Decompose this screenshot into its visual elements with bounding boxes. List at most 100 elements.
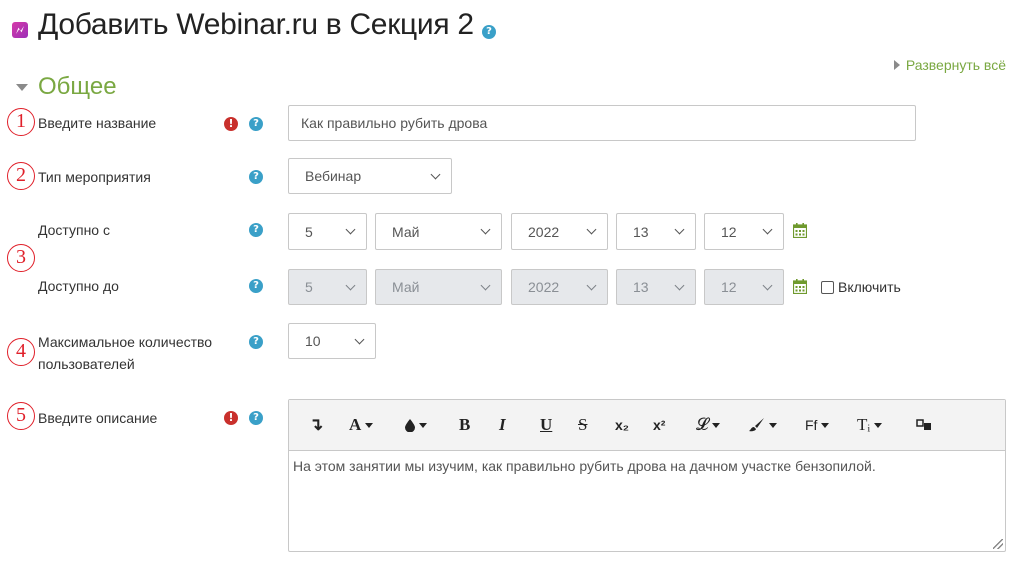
subscript-icon: x₂: [615, 417, 630, 433]
chevron-down-icon: [480, 280, 491, 290]
resize-handle-icon[interactable]: [993, 539, 1003, 549]
from-month-select[interactable]: Май: [375, 213, 502, 250]
background-color-button[interactable]: [405, 414, 427, 436]
enable-checkbox[interactable]: [821, 281, 834, 294]
page-title: Добавить Webinar.ru в Секция 2: [38, 8, 474, 41]
step-badge-5: 5: [7, 402, 35, 430]
chevron-down-icon: [430, 169, 441, 179]
to-year-select[interactable]: 2022: [511, 269, 608, 305]
media-button[interactable]: [916, 414, 932, 436]
font-family-icon: Ff: [805, 417, 818, 433]
section-title[interactable]: Общее: [38, 73, 117, 101]
calendar-icon[interactable]: [793, 279, 807, 294]
subscript-button[interactable]: x₂: [615, 414, 629, 436]
chevron-down-icon: [674, 280, 685, 290]
from-year-select[interactable]: 2022: [511, 213, 608, 250]
event-type-label: Тип мероприятия: [38, 169, 151, 185]
step-badge-3: 3: [7, 244, 35, 272]
max-users-value: 10: [305, 333, 321, 349]
description-editor[interactable]: ↴ A B I U S x₂ x² 𝓛 Ff Tᵢ На этом заняти…: [288, 399, 1006, 552]
from-minute-value: 12: [721, 223, 737, 240]
to-minute-value: 12: [721, 279, 737, 295]
caret-down-icon: [821, 422, 830, 428]
step-badge-1: 1: [7, 108, 35, 136]
to-year-value: 2022: [528, 279, 560, 295]
superscript-button[interactable]: x²: [653, 414, 665, 436]
name-label: Введите название: [38, 115, 157, 131]
to-hour-value: 13: [633, 279, 649, 295]
help-icon[interactable]: ?: [249, 223, 263, 237]
to-month-value: Май: [392, 279, 420, 295]
font-color-icon: A: [349, 415, 362, 434]
italic-icon: I: [499, 415, 506, 434]
from-hour-value: 13: [633, 223, 649, 240]
help-icon[interactable]: ?: [249, 279, 263, 293]
event-type-select[interactable]: Вебинар: [288, 158, 452, 194]
paintbrush-icon: [749, 418, 764, 432]
enable-label[interactable]: Включить: [838, 279, 901, 295]
chevron-down-icon: [762, 224, 773, 235]
editor-toolbar: ↴ A B I U S x₂ x² 𝓛 Ff Tᵢ: [289, 400, 1005, 451]
to-day-value: 5: [305, 279, 313, 295]
style-button[interactable]: 𝓛: [696, 414, 721, 436]
description-text[interactable]: На этом занятии мы изучим, как правильно…: [293, 458, 876, 474]
underline-button[interactable]: U: [540, 414, 552, 436]
chevron-down-icon: [345, 224, 356, 235]
from-month-value: Май: [392, 223, 420, 240]
font-size-button[interactable]: Tᵢ: [857, 414, 883, 436]
bold-button[interactable]: B: [459, 414, 470, 436]
superscript-icon: x²: [653, 417, 666, 433]
font-family-button[interactable]: Ff: [805, 414, 830, 436]
collapse-toolbar-button[interactable]: ↴: [309, 414, 323, 436]
chevron-down-icon: [354, 334, 365, 344]
help-icon[interactable]: ?: [482, 25, 496, 39]
to-minute-select[interactable]: 12: [704, 269, 784, 305]
caret-down-icon: [769, 422, 777, 428]
required-icon: !: [224, 117, 238, 131]
description-label: Введите описание: [38, 410, 158, 426]
to-month-select[interactable]: Май: [375, 269, 502, 305]
font-size-icon: Tᵢ: [857, 415, 871, 434]
font-color-button[interactable]: A: [349, 414, 374, 436]
to-day-select[interactable]: 5: [288, 269, 367, 305]
strikethrough-button[interactable]: S: [578, 414, 587, 436]
step-badge-4: 4: [7, 338, 35, 366]
caret-down-icon: [419, 422, 427, 428]
help-icon[interactable]: ?: [249, 411, 263, 425]
help-icon[interactable]: ?: [249, 117, 263, 131]
collapse-caret-icon[interactable]: [16, 84, 28, 91]
chevron-down-icon: [586, 280, 597, 290]
caret-right-icon: [893, 60, 900, 70]
help-icon[interactable]: ?: [249, 335, 263, 349]
media-icon: [916, 419, 931, 430]
max-users-label-line1: Максимальное количество: [38, 334, 213, 350]
collapse-icon: ↴: [309, 415, 324, 434]
from-minute-select[interactable]: 12: [704, 213, 784, 250]
strikethrough-icon: S: [578, 415, 588, 434]
style-icon: 𝓛: [696, 415, 709, 434]
brush-button[interactable]: [749, 414, 777, 436]
expand-all-link[interactable]: Развернуть всё: [893, 57, 1006, 73]
caret-down-icon: [712, 422, 721, 428]
caret-down-icon: [365, 422, 374, 428]
max-users-select[interactable]: 10: [288, 323, 376, 359]
underline-icon: U: [540, 415, 553, 434]
caret-down-icon: [874, 422, 883, 428]
from-day-select[interactable]: 5: [288, 213, 367, 250]
bold-icon: B: [459, 415, 471, 434]
step-badge-2: 2: [7, 162, 35, 190]
to-hour-select[interactable]: 13: [616, 269, 696, 305]
available-to-label: Доступно до: [38, 278, 119, 294]
required-icon: !: [224, 411, 238, 425]
from-hour-select[interactable]: 13: [616, 213, 696, 250]
chevron-down-icon: [586, 224, 597, 235]
droplet-icon: [405, 418, 415, 432]
name-input[interactable]: Как правильно рубить дрова: [288, 105, 916, 141]
expand-all-label: Развернуть всё: [905, 57, 1006, 73]
calendar-icon[interactable]: [793, 223, 807, 238]
italic-button[interactable]: I: [499, 414, 506, 436]
from-day-value: 5: [305, 223, 313, 240]
chevron-down-icon: [674, 224, 685, 235]
help-icon[interactable]: ?: [249, 170, 263, 184]
event-type-value: Вебинар: [305, 168, 362, 184]
